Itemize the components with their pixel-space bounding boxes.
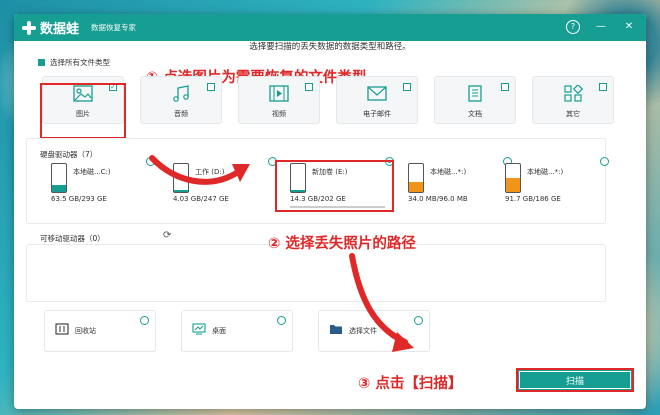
highlight-box-image bbox=[40, 83, 126, 139]
location-select-folder[interactable]: 选择文件 bbox=[318, 310, 430, 352]
drive-radio[interactable] bbox=[146, 157, 155, 166]
file-type-video[interactable]: 视频 bbox=[238, 76, 320, 124]
location-radio[interactable] bbox=[140, 316, 149, 325]
file-type-audio[interactable]: 音频 bbox=[140, 76, 222, 124]
drive-item[interactable]: 本地磁...*:) 34.0 MB/96.0 MB bbox=[402, 157, 512, 209]
logo-plus-icon bbox=[22, 20, 36, 35]
other-checkbox[interactable] bbox=[599, 83, 607, 91]
close-icon[interactable]: ✕ bbox=[622, 20, 636, 34]
disk-icon bbox=[51, 163, 67, 193]
select-all-label: 选择所有文件类型 bbox=[50, 58, 110, 67]
audio-checkbox[interactable] bbox=[207, 83, 215, 91]
scan-button[interactable]: 扫描 bbox=[516, 368, 634, 392]
location-recycle-bin[interactable]: 回收站 bbox=[44, 310, 156, 352]
location-label: 选择文件 bbox=[349, 327, 377, 335]
title-bar: 数据蛙 数据恢复专家 ? — ✕ bbox=[14, 14, 646, 41]
other-icon bbox=[564, 85, 583, 102]
file-type-label: 文档 bbox=[468, 110, 482, 118]
location-radio[interactable] bbox=[277, 316, 286, 325]
location-label: 桌面 bbox=[212, 327, 226, 335]
file-type-label: 视频 bbox=[272, 110, 286, 118]
drive-name: 本地磁...*:) bbox=[430, 168, 467, 176]
disk-icon bbox=[173, 163, 189, 193]
drive-item[interactable]: 本地磁...C:) 63.5 GB/293 GE bbox=[45, 157, 155, 209]
app-subtitle: 数据恢复专家 bbox=[91, 23, 137, 32]
select-all-checkbox[interactable]: 选择所有文件类型 bbox=[38, 57, 110, 68]
drive-item[interactable]: 工作 (D:) 4.03 GB/247 GE bbox=[167, 157, 277, 209]
email-icon bbox=[367, 86, 387, 101]
minimize-icon[interactable]: — bbox=[594, 20, 608, 34]
document-checkbox[interactable] bbox=[501, 83, 509, 91]
removable-drives-title: 可移动驱动器（0） bbox=[40, 234, 105, 243]
drive-name: 本地磁...C:) bbox=[73, 168, 111, 176]
drive-item[interactable]: 本地磁...*:) 91.7 GB/186 GE bbox=[499, 157, 609, 209]
email-checkbox[interactable] bbox=[403, 83, 411, 91]
drive-radio[interactable] bbox=[600, 157, 609, 166]
file-type-label: 电子邮件 bbox=[363, 110, 391, 118]
document-icon bbox=[468, 85, 482, 102]
disk-icon bbox=[505, 163, 521, 193]
drive-size: 4.03 GB/247 GE bbox=[173, 195, 229, 203]
location-desktop[interactable]: 桌面 bbox=[181, 310, 293, 352]
file-type-email[interactable]: 电子邮件 bbox=[336, 76, 418, 124]
drive-name: 工作 (D:) bbox=[195, 168, 225, 176]
instruction-text: 选择要扫描的丢失数据的数据类型和路径。 bbox=[249, 42, 411, 52]
recycle-bin-icon bbox=[55, 323, 69, 335]
desktop-icon bbox=[192, 323, 206, 335]
file-type-label: 其它 bbox=[566, 110, 580, 118]
location-label: 回收站 bbox=[75, 327, 96, 335]
audio-icon bbox=[173, 85, 189, 102]
file-type-other[interactable]: 其它 bbox=[532, 76, 614, 124]
highlight-box-drive bbox=[275, 160, 394, 212]
location-radio[interactable] bbox=[414, 316, 423, 325]
select-all-check-icon bbox=[38, 59, 45, 66]
drive-size: 34.0 MB/96.0 MB bbox=[408, 195, 468, 203]
app-logo: 数据蛙 bbox=[22, 18, 79, 37]
drive-size: 63.5 GB/293 GE bbox=[51, 195, 107, 203]
file-type-label: 音频 bbox=[174, 110, 188, 118]
disk-icon bbox=[408, 163, 424, 193]
logo-text: 数据蛙 bbox=[40, 22, 80, 37]
video-checkbox[interactable] bbox=[305, 83, 313, 91]
video-icon bbox=[269, 85, 289, 102]
help-icon[interactable]: ? bbox=[566, 20, 580, 34]
annotation-step2: ② 选择丢失照片的路径 bbox=[268, 236, 416, 252]
refresh-icon[interactable]: ⟳ bbox=[163, 230, 171, 241]
annotation-step3: ③ 点击【扫描】 bbox=[358, 376, 463, 392]
file-type-document[interactable]: 文档 bbox=[434, 76, 516, 124]
window-controls: ? — ✕ bbox=[566, 20, 636, 34]
drive-name: 本地磁...*:) bbox=[527, 168, 564, 176]
drive-size: 91.7 GB/186 GE bbox=[505, 195, 561, 203]
folder-icon bbox=[330, 325, 342, 334]
